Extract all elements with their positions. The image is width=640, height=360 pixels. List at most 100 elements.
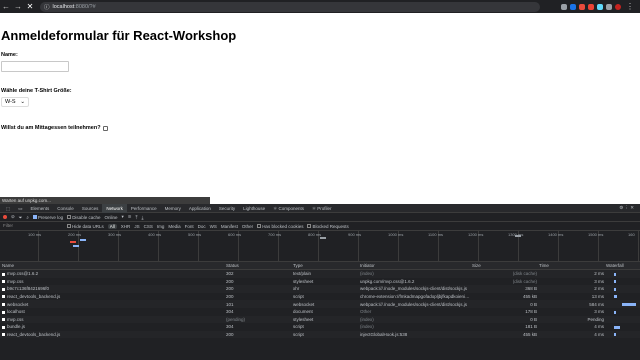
devtools-tab[interactable]: Security bbox=[215, 204, 239, 213]
cell-status: 200 bbox=[226, 332, 234, 338]
import-icon[interactable]: ⤒ bbox=[136, 215, 138, 220]
cell-name: mvp.css@1.6.2 bbox=[0, 271, 224, 276]
export-icon[interactable]: ⤓ bbox=[142, 215, 144, 220]
table-row[interactable]: react_devtools_backend.js 200 script inject… bbox=[0, 330, 640, 339]
devtools-tab[interactable]: ⚛ Components bbox=[269, 204, 308, 213]
column-header[interactable]: Waterfall bbox=[604, 263, 640, 268]
table-row[interactable]: b9c7c136f8421696f0 200 xhr webpack:///./nod… bbox=[0, 285, 640, 293]
settings-icon[interactable]: ⚙ ⋮ ✕ bbox=[619, 205, 640, 211]
react-devtools-icon[interactable] bbox=[597, 3, 603, 10]
network-overview[interactable]: 100 ms 200 ms 300 ms 400 ms 500 ms 600 ms 700 … bbox=[0, 231, 640, 262]
extension-icon[interactable] bbox=[579, 3, 585, 10]
table-row[interactable]: websocket 101 websocket webpack:///./node_m… bbox=[0, 300, 640, 308]
filter-chip[interactable]: All bbox=[107, 223, 117, 229]
filter-chip[interactable]: Other bbox=[242, 224, 253, 229]
devtools-tab[interactable]: Memory bbox=[161, 204, 185, 213]
filter-toggle[interactable]: Blocked Requests bbox=[307, 224, 349, 229]
cell-type: text/plain bbox=[293, 271, 312, 277]
filter-chip[interactable]: Doc bbox=[198, 224, 206, 229]
inspect-icon[interactable]: ⬚ bbox=[2, 204, 14, 213]
cell-name: mvp.css bbox=[0, 317, 224, 322]
filter-chip[interactable]: XHR bbox=[121, 224, 131, 229]
extensions: ⋮ bbox=[561, 0, 636, 13]
menu-icon[interactable]: ⋮ bbox=[624, 0, 636, 13]
clear-icon[interactable]: ⊘ bbox=[11, 214, 15, 220]
search-icon[interactable]: ⌕ bbox=[26, 215, 29, 220]
name-input[interactable] bbox=[1, 61, 69, 72]
filter-chip[interactable]: Manifest bbox=[221, 224, 238, 229]
device-icon[interactable]: ▭ bbox=[14, 204, 26, 213]
stop-loading-icon[interactable]: ✕ bbox=[24, 0, 36, 13]
cell-status: 302 bbox=[226, 271, 234, 277]
info-icon: ⓘ bbox=[44, 4, 50, 11]
timeline-bar bbox=[320, 237, 326, 239]
preserve-log-toggle[interactable]: Preserve log bbox=[32, 215, 63, 220]
column-header[interactable]: Size bbox=[470, 263, 537, 268]
back-icon[interactable]: ← bbox=[0, 0, 12, 13]
lunch-label: Willst du am Mittagessen teilnehmen? bbox=[1, 125, 101, 131]
puzzle-icon[interactable] bbox=[606, 3, 612, 10]
filter-chip[interactable]: CSS bbox=[144, 224, 153, 229]
devtools-tab[interactable]: Elements bbox=[27, 204, 54, 213]
timeline-tick: 1200 ms bbox=[468, 232, 484, 237]
cell-name: localhost bbox=[0, 309, 224, 314]
cell-time: 4 ms bbox=[594, 324, 604, 330]
devtools-tabs: ⬚ ▭ Elements Console Sources Network Perform… bbox=[0, 203, 640, 213]
filter-toggle[interactable]: Has blocked cookies bbox=[257, 224, 303, 229]
filter-icon[interactable]: ⏷ bbox=[19, 215, 23, 220]
hide-data-urls-toggle[interactable]: Hide data URLs bbox=[67, 224, 104, 229]
disable-cache-toggle[interactable]: Disable cache bbox=[67, 215, 100, 220]
wifi-icon[interactable]: ≋ bbox=[128, 214, 132, 220]
lunch-row: Willst du am Mittagessen teilnehmen? bbox=[1, 125, 639, 131]
column-header[interactable]: Time bbox=[537, 263, 604, 268]
filter-input[interactable]: Filter bbox=[3, 223, 63, 229]
filter-chip[interactable]: WS bbox=[210, 224, 217, 229]
filter-chip[interactable]: Img bbox=[157, 224, 165, 229]
address-bar[interactable]: ⓘ localhost:8080/?# bbox=[40, 1, 540, 12]
timeline-tick: 1100 ms bbox=[428, 232, 444, 237]
table-row[interactable]: react_devtools_backend.js 200 script chrome… bbox=[0, 293, 640, 301]
record-icon[interactable] bbox=[3, 215, 7, 219]
forward-icon[interactable]: → bbox=[12, 0, 24, 13]
timeline-bar bbox=[80, 239, 86, 241]
shirt-size-select[interactable]: W-S ⌄ bbox=[1, 97, 29, 107]
cell-name: react_devtools_backend.js bbox=[0, 332, 224, 337]
column-header[interactable]: Initiator bbox=[358, 263, 470, 268]
chevron-down-icon: ⌄ bbox=[20, 99, 25, 105]
column-header[interactable]: Status bbox=[224, 263, 291, 268]
cell-status: 101 bbox=[226, 301, 234, 307]
devtools-tab[interactable]: Lighthouse bbox=[239, 204, 269, 213]
extension-icon[interactable] bbox=[588, 3, 594, 10]
avatar[interactable] bbox=[615, 3, 621, 10]
table-row[interactable]: mvp.css (pending) stylesheet (index) 0 B Pend… bbox=[0, 315, 640, 324]
cell-initiator: (index) bbox=[360, 316, 374, 322]
cell-size: 455 kB bbox=[522, 332, 537, 338]
devtools-tab[interactable]: Application bbox=[185, 204, 215, 213]
column-header[interactable]: Name bbox=[0, 263, 224, 268]
timeline-tick: 100 ms bbox=[28, 232, 42, 237]
table-row[interactable]: mvp.css 200 stylesheet unpkg.com/mvp.css@1.… bbox=[0, 278, 640, 286]
filter-chip[interactable]: JS bbox=[134, 224, 139, 229]
table-row[interactable]: bundle.js 304 script (index) 181 B 4 ms bbox=[0, 323, 640, 331]
cell-time: 2 ms bbox=[594, 271, 604, 277]
devtools-tab[interactable]: Network bbox=[102, 203, 127, 213]
timeline-bar bbox=[515, 235, 521, 237]
cell-time: 3 ms bbox=[594, 278, 604, 284]
url-host: localhost bbox=[52, 3, 75, 10]
lunch-checkbox[interactable] bbox=[102, 125, 108, 131]
bookmark-star-icon[interactable] bbox=[561, 3, 567, 10]
devtools-tab[interactable]: ⚛ Profiler bbox=[308, 204, 336, 213]
table-row[interactable]: localhost 304 document Other 178 B 3 ms bbox=[0, 308, 640, 316]
table-row[interactable]: mvp.css@1.6.2 302 text/plain (index) (disk c… bbox=[0, 270, 640, 278]
devtools-tab[interactable]: Performance bbox=[127, 204, 161, 213]
devtools-tab[interactable]: Console bbox=[53, 204, 78, 213]
throttle-select[interactable]: Online bbox=[104, 215, 117, 220]
cell-status: 200 bbox=[226, 278, 234, 284]
filter-chip[interactable]: Font bbox=[185, 224, 194, 229]
filter-chip[interactable]: Media bbox=[168, 224, 180, 229]
column-header[interactable]: Type bbox=[291, 263, 358, 268]
waterfall-bar bbox=[604, 309, 640, 314]
devtools-tab[interactable]: Sources bbox=[78, 204, 103, 213]
waterfall-bar bbox=[604, 286, 640, 291]
extension-icon[interactable] bbox=[570, 3, 576, 10]
